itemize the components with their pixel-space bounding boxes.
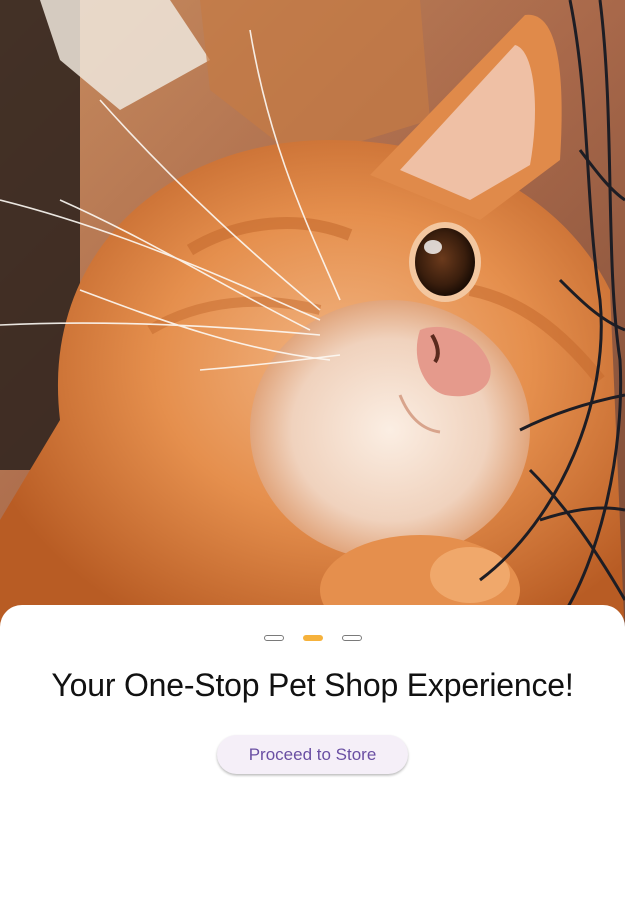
onboarding-screen: Your One-Stop Pet Shop Experience! Proce… (0, 0, 625, 905)
page-dot-2-active[interactable] (302, 635, 323, 641)
page-dot-1[interactable] (263, 635, 284, 641)
page-indicator (0, 635, 625, 641)
hero-cat-image (0, 0, 625, 640)
proceed-to-store-button[interactable]: Proceed to Store (217, 735, 408, 774)
onboarding-headline: Your One-Stop Pet Shop Experience! (51, 667, 574, 703)
cat-illustration (0, 0, 625, 640)
onboarding-sheet: Your One-Stop Pet Shop Experience! Proce… (0, 605, 625, 905)
page-dot-3[interactable] (341, 635, 362, 641)
